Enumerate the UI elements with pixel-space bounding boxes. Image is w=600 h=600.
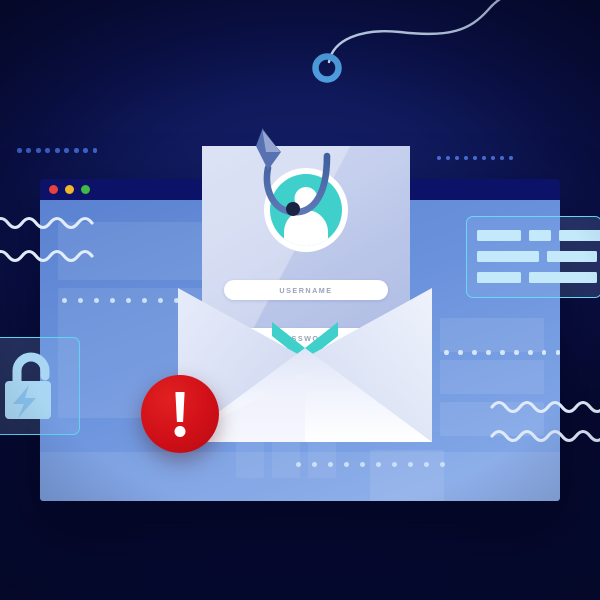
dot xyxy=(296,462,302,468)
dot xyxy=(499,156,505,161)
dot xyxy=(73,148,79,153)
dot xyxy=(343,462,350,468)
dot xyxy=(26,148,32,153)
dot xyxy=(541,350,547,355)
wave-left-lower xyxy=(0,249,94,263)
traffic-light-minimize-icon[interactable] xyxy=(65,185,74,194)
traffic-light-maximize-icon[interactable] xyxy=(81,185,90,194)
wave-right-upper xyxy=(490,400,600,414)
dot xyxy=(407,462,414,468)
dot xyxy=(92,148,98,153)
dot xyxy=(45,148,51,153)
dot xyxy=(457,350,463,355)
dot xyxy=(499,350,505,355)
record-bar xyxy=(477,272,521,283)
dot xyxy=(391,462,398,468)
page-block xyxy=(440,360,544,394)
dots-top-left xyxy=(17,148,98,153)
exclamation-dot xyxy=(174,426,186,437)
dot xyxy=(472,156,478,161)
dot xyxy=(110,298,115,303)
page-block xyxy=(440,318,544,352)
dot xyxy=(17,148,22,153)
page-footer-band xyxy=(40,452,560,501)
dot xyxy=(62,298,67,303)
dot xyxy=(327,462,334,468)
record-bar xyxy=(477,251,539,262)
dot xyxy=(78,298,83,303)
dot xyxy=(94,298,99,303)
illustration-canvas: USERNAME PASSWORD xyxy=(0,0,600,600)
record-bar xyxy=(477,230,521,241)
broken-lock-badge[interactable] xyxy=(0,337,80,435)
dot xyxy=(423,462,430,468)
dot xyxy=(54,148,60,153)
dot xyxy=(513,350,519,355)
dot xyxy=(375,462,382,468)
record-bar xyxy=(559,230,600,241)
dot xyxy=(471,350,477,355)
dot xyxy=(142,298,147,303)
record-bar xyxy=(547,251,597,262)
dot xyxy=(311,462,318,468)
unlocked-padlock-icon xyxy=(5,352,51,419)
hook-eyelet xyxy=(312,53,342,83)
dot xyxy=(485,350,491,355)
dots-window-right xyxy=(444,350,560,355)
wave-right-lower xyxy=(490,429,600,443)
dot xyxy=(126,298,131,303)
dot xyxy=(481,156,487,161)
warning-alert-badge[interactable] xyxy=(141,375,219,453)
dot xyxy=(555,350,560,355)
dot xyxy=(508,156,514,161)
exclamation-icon xyxy=(175,392,185,422)
fishing-line xyxy=(327,0,501,64)
wave-left-upper xyxy=(0,216,94,230)
traffic-light-close-icon[interactable] xyxy=(49,185,58,194)
dots-window-low xyxy=(296,462,446,468)
dot xyxy=(439,462,446,468)
dot xyxy=(64,148,70,153)
dot xyxy=(35,148,41,153)
data-record-card[interactable] xyxy=(466,216,600,298)
dot xyxy=(463,156,469,161)
dot xyxy=(527,350,533,355)
dot xyxy=(83,148,88,153)
record-bar xyxy=(529,230,551,241)
dot xyxy=(454,156,460,161)
dot xyxy=(359,462,366,468)
record-bar xyxy=(529,272,597,283)
dot xyxy=(490,156,496,161)
